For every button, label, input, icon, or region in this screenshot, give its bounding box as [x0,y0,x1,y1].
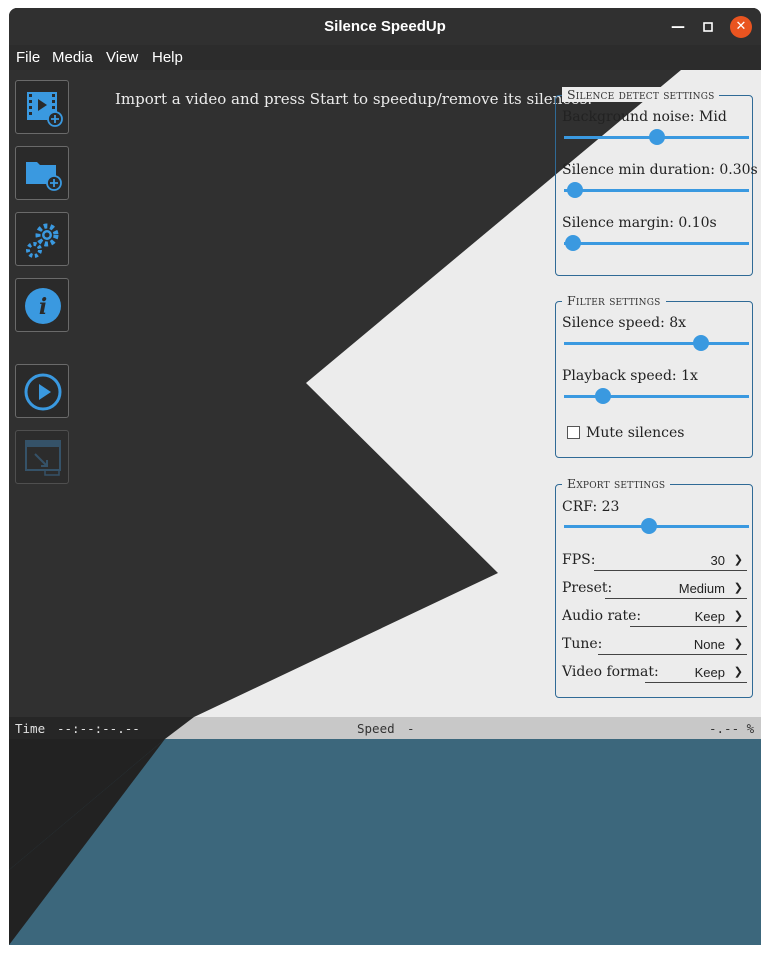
silence-detect-title: Silence detect settings [562,87,720,102]
min-duration-slider[interactable] [564,182,749,198]
time-label: Time [15,721,46,736]
tune-select[interactable]: None ❯ [598,636,747,655]
crf-slider[interactable] [564,518,749,534]
crf-label: CRF: 23 [562,499,620,515]
export-settings-group: Export settings CRF: 23 FPS: 30 ❯ Preset… [555,476,753,698]
tune-label: Tune: [562,636,603,652]
status-bar: Time --:--:--.-- Speed - -.-- % [9,717,761,739]
export-settings-title: Export settings [562,476,671,491]
background-noise-slider-handle[interactable] [648,129,665,145]
play-icon [24,373,62,411]
import-video-icon [27,92,63,127]
background-noise-label: Background noise: Mid [562,109,727,125]
maximize-icon[interactable] [697,16,719,38]
video-format-value: Keep [694,665,725,680]
filter-settings-title: Filter settings [562,293,666,308]
time-value: --:--:--.-- [57,721,140,736]
video-format-select[interactable]: Keep ❯ [645,664,747,683]
settings-gears-icon [26,223,59,258]
window-title: Silence SpeedUp [324,18,446,35]
speed-value: - [407,721,415,736]
video-preview-area [9,739,761,945]
filter-settings-group: Filter settings Silence speed: 8x Playba… [555,293,753,458]
main-content: i Import a video and press Start to spee… [9,70,761,945]
menu-view[interactable]: View [106,49,138,66]
menu-file[interactable]: File [16,49,40,66]
silence-speed-slider[interactable] [564,335,749,351]
min-duration-slider-handle[interactable] [567,182,584,198]
chevron-down-icon: ❯ [733,666,743,678]
silence-speed-slider-handle[interactable] [692,335,709,351]
preset-value: Medium [678,581,725,596]
import-folder-icon [26,162,62,191]
speed-label: Speed [357,721,395,736]
playback-speed-label: Playback speed: 1x [562,368,698,384]
progress-text: -.-- % [709,721,755,736]
export-button[interactable] [15,430,69,484]
app-window: Silence SpeedUp — ✕ File Media View Help [9,8,761,945]
fps-value: 30 [710,553,725,568]
mute-silences-label: Mute silences [586,425,685,441]
fps-label: FPS: [562,552,596,568]
background-noise-slider[interactable] [564,129,749,145]
fps-select[interactable]: 30 ❯ [594,552,747,571]
title-bar: Silence SpeedUp — ✕ [9,8,761,45]
minimize-icon[interactable]: — [667,16,689,38]
svg-text:i: i [39,294,47,320]
silence-detect-group: Silence detect settings Background noise… [555,87,758,276]
settings-button[interactable] [15,212,69,266]
close-icon[interactable]: ✕ [730,16,752,38]
silence-margin-slider-handle[interactable] [565,235,582,251]
import-folder-button[interactable] [15,146,69,200]
export-icon [25,440,61,476]
info-icon: i [25,288,61,324]
audio-rate-select[interactable]: Keep ❯ [630,608,747,627]
preset-select[interactable]: Medium ❯ [605,580,747,599]
playback-speed-slider-handle[interactable] [594,388,611,404]
mute-silences-checkbox[interactable] [567,426,580,439]
min-duration-label: Silence min duration: 0.30s [562,162,758,178]
chevron-down-icon: ❯ [733,638,743,650]
info-button[interactable]: i [15,278,69,332]
chevron-down-icon: ❯ [733,582,743,594]
silence-speed-label: Silence speed: 8x [562,315,687,331]
import-video-button[interactable] [15,80,69,134]
start-button[interactable] [15,364,69,418]
audio-rate-value: Keep [694,609,725,624]
playback-speed-slider[interactable] [564,388,749,404]
menu-help[interactable]: Help [152,49,183,66]
menu-bar: File Media View Help [9,45,761,70]
hint-text: Import a video and press Start to speedu… [115,90,593,108]
chevron-down-icon: ❯ [733,610,743,622]
menu-media[interactable]: Media [52,49,93,66]
crf-slider-handle[interactable] [641,518,658,534]
silence-margin-slider[interactable] [564,235,749,251]
tune-value: None [693,637,725,652]
silence-margin-label: Silence margin: 0.10s [562,215,717,231]
chevron-down-icon: ❯ [733,554,743,566]
